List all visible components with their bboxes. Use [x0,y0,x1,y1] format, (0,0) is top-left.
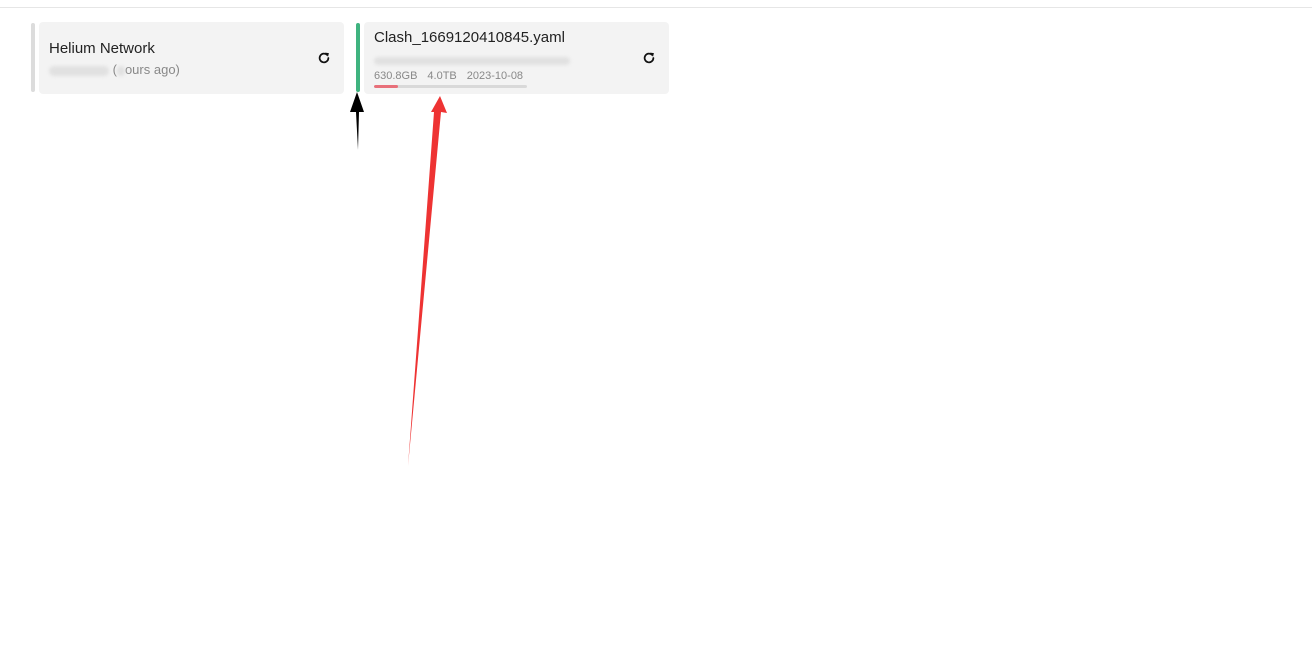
refresh-icon[interactable] [640,49,658,67]
total-traffic: 4.0TB [427,70,457,82]
provider-indicator-active [356,23,360,92]
refresh-icon[interactable] [315,49,333,67]
used-traffic: 630.8GB [374,70,418,82]
usage-meta: 630.8GB 4.0TB 2023-10-08 [374,70,533,82]
provider-name: Clash_1669120410845.yaml [374,29,565,46]
usage-progress-bar [374,85,527,88]
provider-url-redacted [374,52,570,67]
top-divider [0,7,1312,8]
redacted-text [49,65,109,76]
redacted-text [374,56,570,65]
provider-indicator-inactive [31,23,35,92]
provider-name: Helium Network [49,40,155,57]
annotation-overlay [350,92,447,466]
red-arrow [408,96,447,466]
redacted-text [116,65,125,76]
provider-card-clash[interactable]: Clash_1669120410845.yaml 630.8GB 4.0TB 202… [364,22,669,94]
provider-updated-text: (ours ago) [49,62,180,77]
provider-card-helium[interactable]: Helium Network (ours ago) [39,22,344,94]
expire-date: 2023-10-08 [466,70,524,82]
usage-progress-fill [374,85,399,88]
black-arrow [350,92,364,150]
